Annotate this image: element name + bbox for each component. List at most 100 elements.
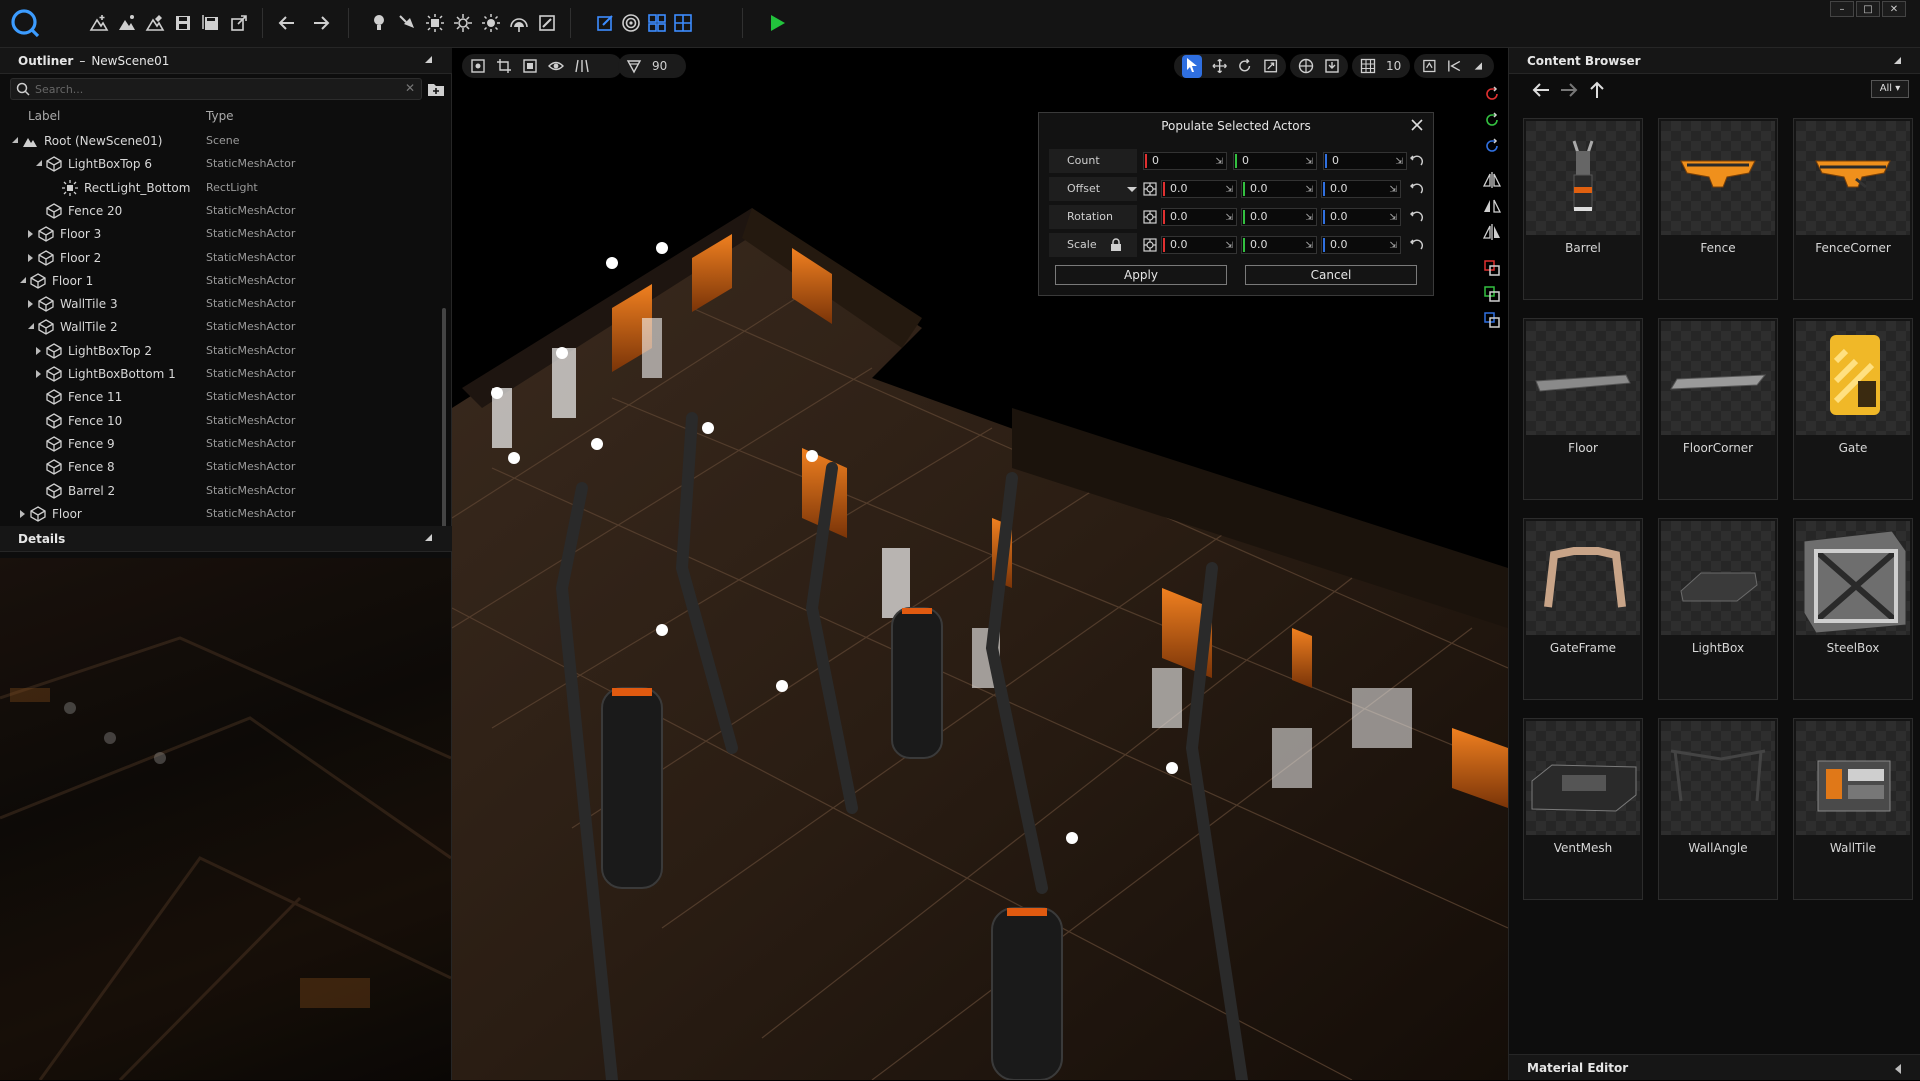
expand-field-icon[interactable]: ⇲ bbox=[1389, 210, 1397, 226]
expand-field-icon[interactable]: ⇲ bbox=[1305, 210, 1313, 226]
rect-light-icon[interactable] bbox=[422, 10, 448, 36]
column-type[interactable]: Type bbox=[206, 109, 234, 123]
expand-field-icon[interactable]: ⇲ bbox=[1225, 238, 1233, 254]
fov-control[interactable]: 90 bbox=[618, 54, 686, 78]
expand-arrow-icon[interactable] bbox=[36, 370, 41, 378]
scale-x-field[interactable]: 0.0 ⇲ bbox=[1161, 236, 1237, 254]
expand-arrow-icon[interactable] bbox=[20, 509, 25, 518]
target-icon[interactable] bbox=[618, 10, 644, 36]
rotate-z-icon[interactable] bbox=[1482, 136, 1502, 156]
outliner-row[interactable]: Floor StaticMeshActor bbox=[0, 503, 440, 526]
lock-icon[interactable] bbox=[1109, 238, 1123, 252]
undo-icon[interactable] bbox=[274, 10, 300, 36]
forward-arrow-icon[interactable] bbox=[1557, 78, 1581, 102]
jump-to-start-icon[interactable] bbox=[1447, 58, 1462, 74]
mirror-y-icon[interactable] bbox=[1482, 196, 1502, 216]
play-icon[interactable] bbox=[764, 10, 790, 36]
outliner-row[interactable]: Floor 2 StaticMeshActor bbox=[0, 247, 440, 270]
crop-icon[interactable] bbox=[496, 58, 512, 74]
panel-collapse-icon[interactable] bbox=[1894, 57, 1901, 64]
offset-x-field[interactable]: 0.0 ⇲ bbox=[1161, 180, 1237, 198]
offset-dropdown-icon[interactable] bbox=[1125, 182, 1139, 196]
expand-field-icon[interactable]: ⇲ bbox=[1305, 154, 1313, 170]
count-z-field[interactable]: 0 ⇲ bbox=[1323, 152, 1407, 170]
layout-grid-icon[interactable] bbox=[644, 10, 670, 36]
post-process-icon[interactable] bbox=[534, 10, 560, 36]
expand-field-icon[interactable]: ⇲ bbox=[1305, 238, 1313, 254]
expand-field-icon[interactable]: ⇲ bbox=[1389, 182, 1397, 198]
expand-arrow-icon[interactable] bbox=[36, 346, 41, 355]
scale-z-field[interactable]: 0.0 ⇲ bbox=[1321, 236, 1401, 254]
outliner-row[interactable]: WallTile 3 StaticMeshActor bbox=[0, 293, 440, 316]
asset-tile[interactable]: SteelBox bbox=[1793, 518, 1913, 700]
camera-focus-icon[interactable] bbox=[470, 58, 486, 74]
offset-z-field[interactable]: 0.0 ⇲ bbox=[1321, 180, 1401, 198]
asset-tile[interactable]: FenceCorner bbox=[1793, 118, 1913, 300]
expand-arrow-icon[interactable] bbox=[28, 253, 33, 262]
world-space-icon[interactable] bbox=[1298, 58, 1314, 74]
outliner-row[interactable]: Fence 10 StaticMeshActor bbox=[0, 410, 440, 433]
close-window-button[interactable]: ✕ bbox=[1882, 1, 1906, 17]
minimize-button[interactable]: – bbox=[1830, 1, 1854, 17]
up-arrow-icon[interactable] bbox=[1585, 78, 1609, 102]
new-folder-icon[interactable] bbox=[426, 79, 446, 99]
asset-tile[interactable]: Fence bbox=[1658, 118, 1778, 300]
redo-icon[interactable] bbox=[308, 10, 334, 36]
align-y-icon[interactable] bbox=[1482, 284, 1502, 304]
asset-filter-dropdown[interactable]: All ▾ bbox=[1871, 80, 1909, 98]
outliner-row[interactable]: Fence 11 StaticMeshActor bbox=[0, 386, 440, 409]
scale-y-field[interactable]: 0.0 ⇲ bbox=[1241, 236, 1317, 254]
column-label[interactable]: Label bbox=[28, 109, 60, 123]
outliner-row[interactable]: LightBoxTop 2 StaticMeshActor bbox=[0, 340, 440, 363]
reset-scale-icon[interactable] bbox=[1409, 238, 1423, 252]
toolbar-expand-icon[interactable] bbox=[1471, 58, 1486, 74]
expand-arrow-icon[interactable] bbox=[28, 230, 33, 239]
export-icon[interactable] bbox=[226, 10, 252, 36]
atmosphere-icon[interactable] bbox=[506, 10, 532, 36]
outliner-row[interactable]: Floor 3 StaticMeshActor bbox=[0, 223, 440, 246]
expand-arrow-icon[interactable] bbox=[28, 300, 33, 309]
scale-target-icon[interactable] bbox=[1143, 238, 1157, 252]
reset-count-icon[interactable] bbox=[1409, 154, 1423, 168]
expand-field-icon[interactable]: ⇲ bbox=[1225, 210, 1233, 226]
surface-snap-icon[interactable] bbox=[1324, 58, 1340, 74]
outliner-row[interactable]: Root (NewScene01) Scene bbox=[0, 130, 440, 153]
rotation-y-field[interactable]: 0.0 ⇲ bbox=[1241, 208, 1317, 226]
move-tool-icon[interactable] bbox=[1212, 58, 1227, 74]
point-light-icon[interactable] bbox=[366, 10, 392, 36]
expand-field-icon[interactable]: ⇲ bbox=[1225, 182, 1233, 198]
expand-arrow-icon[interactable] bbox=[28, 323, 34, 330]
grid-snap-control[interactable]: 10 bbox=[1352, 54, 1410, 78]
rotation-target-icon[interactable] bbox=[1143, 210, 1157, 224]
expand-field-icon[interactable]: ⇲ bbox=[1215, 154, 1223, 170]
asset-tile[interactable]: FloorCorner bbox=[1658, 318, 1778, 500]
asset-tile[interactable]: LightBox bbox=[1658, 518, 1778, 700]
app-logo-icon[interactable] bbox=[8, 6, 42, 40]
camera-bookmark-icon[interactable] bbox=[1422, 58, 1437, 74]
spot-light-icon[interactable] bbox=[394, 10, 420, 36]
cancel-button[interactable]: Cancel bbox=[1245, 265, 1417, 285]
save-all-icon[interactable] bbox=[198, 10, 224, 36]
outliner-row[interactable]: RectLight_Bottom RectLight bbox=[0, 177, 440, 200]
clear-search-icon[interactable]: ✕ bbox=[405, 81, 415, 95]
outliner-row[interactable]: WallTile 2 StaticMeshActor bbox=[0, 316, 440, 339]
expand-field-icon[interactable]: ⇲ bbox=[1305, 182, 1313, 198]
asset-tile[interactable]: WallTile bbox=[1793, 718, 1913, 900]
rotate-x-icon[interactable] bbox=[1482, 84, 1502, 104]
outliner-scrollbar[interactable] bbox=[442, 308, 446, 548]
outliner-row[interactable]: Fence 9 StaticMeshActor bbox=[0, 433, 440, 456]
scale-tool-icon[interactable] bbox=[1263, 58, 1278, 74]
asset-tile[interactable]: WallAngle bbox=[1658, 718, 1778, 900]
mirror-z-icon[interactable] bbox=[1482, 222, 1502, 242]
outliner-row[interactable]: Fence 8 StaticMeshActor bbox=[0, 456, 440, 479]
expand-field-icon[interactable]: ⇲ bbox=[1389, 238, 1397, 254]
maximize-button[interactable]: □ bbox=[1856, 1, 1880, 17]
select-tool-button[interactable] bbox=[1182, 54, 1202, 78]
paint-terrain-icon[interactable] bbox=[142, 10, 168, 36]
viewport-layout-icon[interactable] bbox=[670, 10, 696, 36]
asset-tile[interactable]: Floor bbox=[1523, 318, 1643, 500]
directional-light-icon[interactable] bbox=[478, 10, 504, 36]
outliner-row[interactable]: Floor 1 StaticMeshActor bbox=[0, 270, 440, 293]
outliner-row[interactable]: LightBoxBottom 1 StaticMeshActor bbox=[0, 363, 440, 386]
count-x-field[interactable]: 0 ⇲ bbox=[1143, 152, 1227, 170]
